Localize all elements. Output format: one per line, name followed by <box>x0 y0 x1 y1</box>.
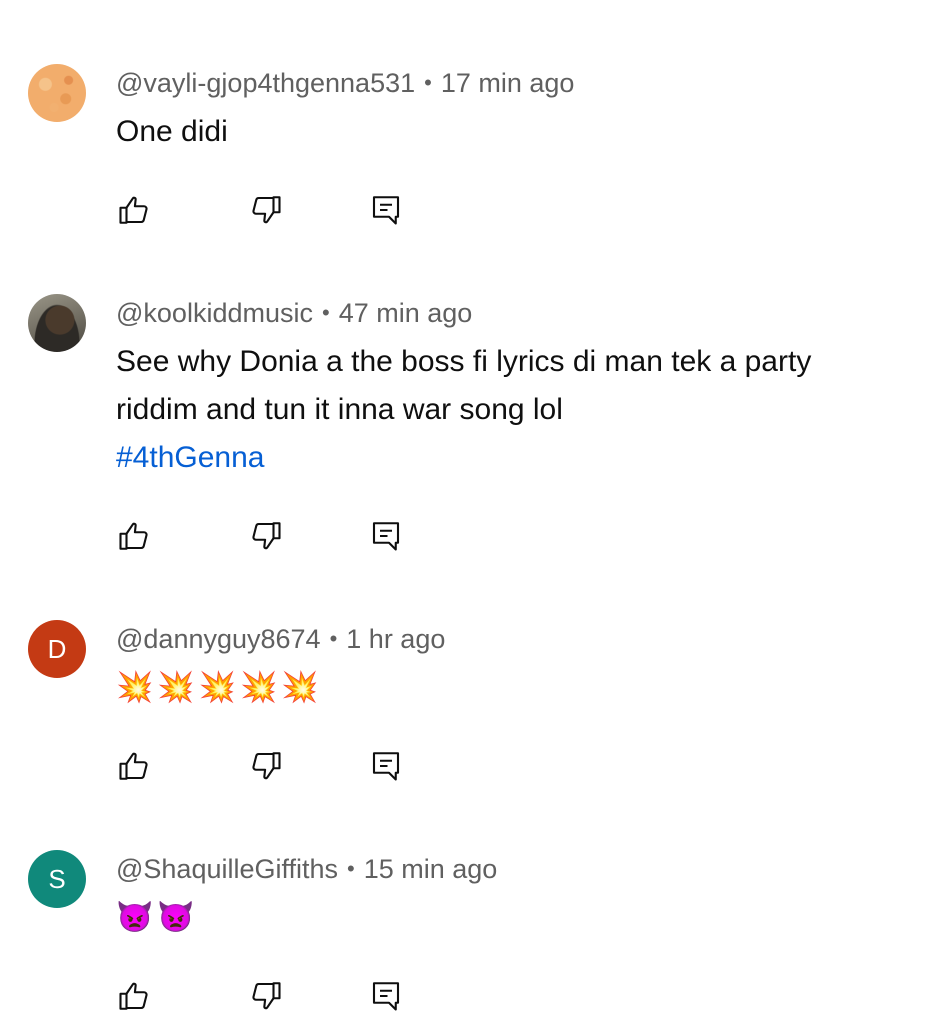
comment-time: 17 min ago <box>440 68 575 98</box>
reply-button[interactable] <box>368 978 404 1014</box>
comment-meta: @koolkiddmusic • 47 min ago <box>116 296 472 332</box>
comment-body: 💥💥💥💥💥 <box>116 670 323 705</box>
author-name[interactable]: @dannyguy8674 <box>116 624 321 654</box>
hashtag-link[interactable]: #4thGenna <box>116 434 856 482</box>
reply-button[interactable] <box>368 192 404 228</box>
reply-comment-icon <box>372 982 400 1011</box>
separator-dot: • <box>321 300 330 325</box>
reply-button[interactable] <box>368 518 404 554</box>
avatar[interactable]: S <box>28 850 86 908</box>
comment-time: 1 hr ago <box>346 624 446 654</box>
reply-comment-icon <box>372 522 400 551</box>
avatar[interactable] <box>28 64 86 122</box>
thumbs-up-icon <box>119 982 148 1010</box>
comment-time: 47 min ago <box>338 298 473 328</box>
thumbs-down-icon <box>252 982 281 1010</box>
dislike-button[interactable] <box>248 978 284 1014</box>
thumbs-down-icon <box>252 752 281 780</box>
comment-text: See why Donia a the boss fi lyrics di ma… <box>116 338 856 482</box>
comment-text: 👿👿 <box>116 894 896 942</box>
comment-text: 💥💥💥💥💥 <box>116 664 896 712</box>
like-button[interactable] <box>116 748 152 784</box>
reply-button[interactable] <box>368 748 404 784</box>
author-name[interactable]: @vayli-gjop4thgenna531 <box>116 68 415 98</box>
comment-body: See why Donia a the boss fi lyrics di ma… <box>116 345 812 426</box>
comment-meta: @vayli-gjop4thgenna531 • 17 min ago <box>116 66 574 102</box>
dislike-button[interactable] <box>248 518 284 554</box>
avatar[interactable] <box>28 294 86 352</box>
thumbs-up-icon <box>119 196 148 224</box>
avatar-letter: S <box>48 863 66 894</box>
separator-dot: • <box>329 626 338 651</box>
comment-meta: @ShaquilleGiffiths • 15 min ago <box>116 852 497 888</box>
comment-time: 15 min ago <box>363 854 498 884</box>
comment-meta: @dannyguy8674 • 1 hr ago <box>116 622 445 658</box>
avatar-letter: D <box>47 633 67 664</box>
separator-dot: • <box>347 856 355 881</box>
author-name[interactable]: @koolkiddmusic <box>116 298 313 328</box>
like-button[interactable] <box>116 192 152 228</box>
thumbs-up-icon <box>119 752 148 780</box>
thumbs-up-icon <box>119 522 148 550</box>
reply-comment-icon <box>372 196 400 225</box>
thumbs-down-icon <box>252 522 281 550</box>
comment-text: One didi <box>116 108 896 156</box>
author-name[interactable]: @ShaquilleGiffiths <box>116 854 338 884</box>
reply-comment-icon <box>372 752 400 781</box>
dislike-button[interactable] <box>248 748 284 784</box>
avatar[interactable]: D <box>28 620 86 678</box>
separator-dot: • <box>424 70 432 95</box>
comment-body: 👿👿 <box>116 900 199 935</box>
like-button[interactable] <box>116 518 152 554</box>
thumbs-down-icon <box>252 196 281 224</box>
dislike-button[interactable] <box>248 192 284 228</box>
like-button[interactable] <box>116 978 152 1014</box>
comment-body: One didi <box>116 115 228 148</box>
